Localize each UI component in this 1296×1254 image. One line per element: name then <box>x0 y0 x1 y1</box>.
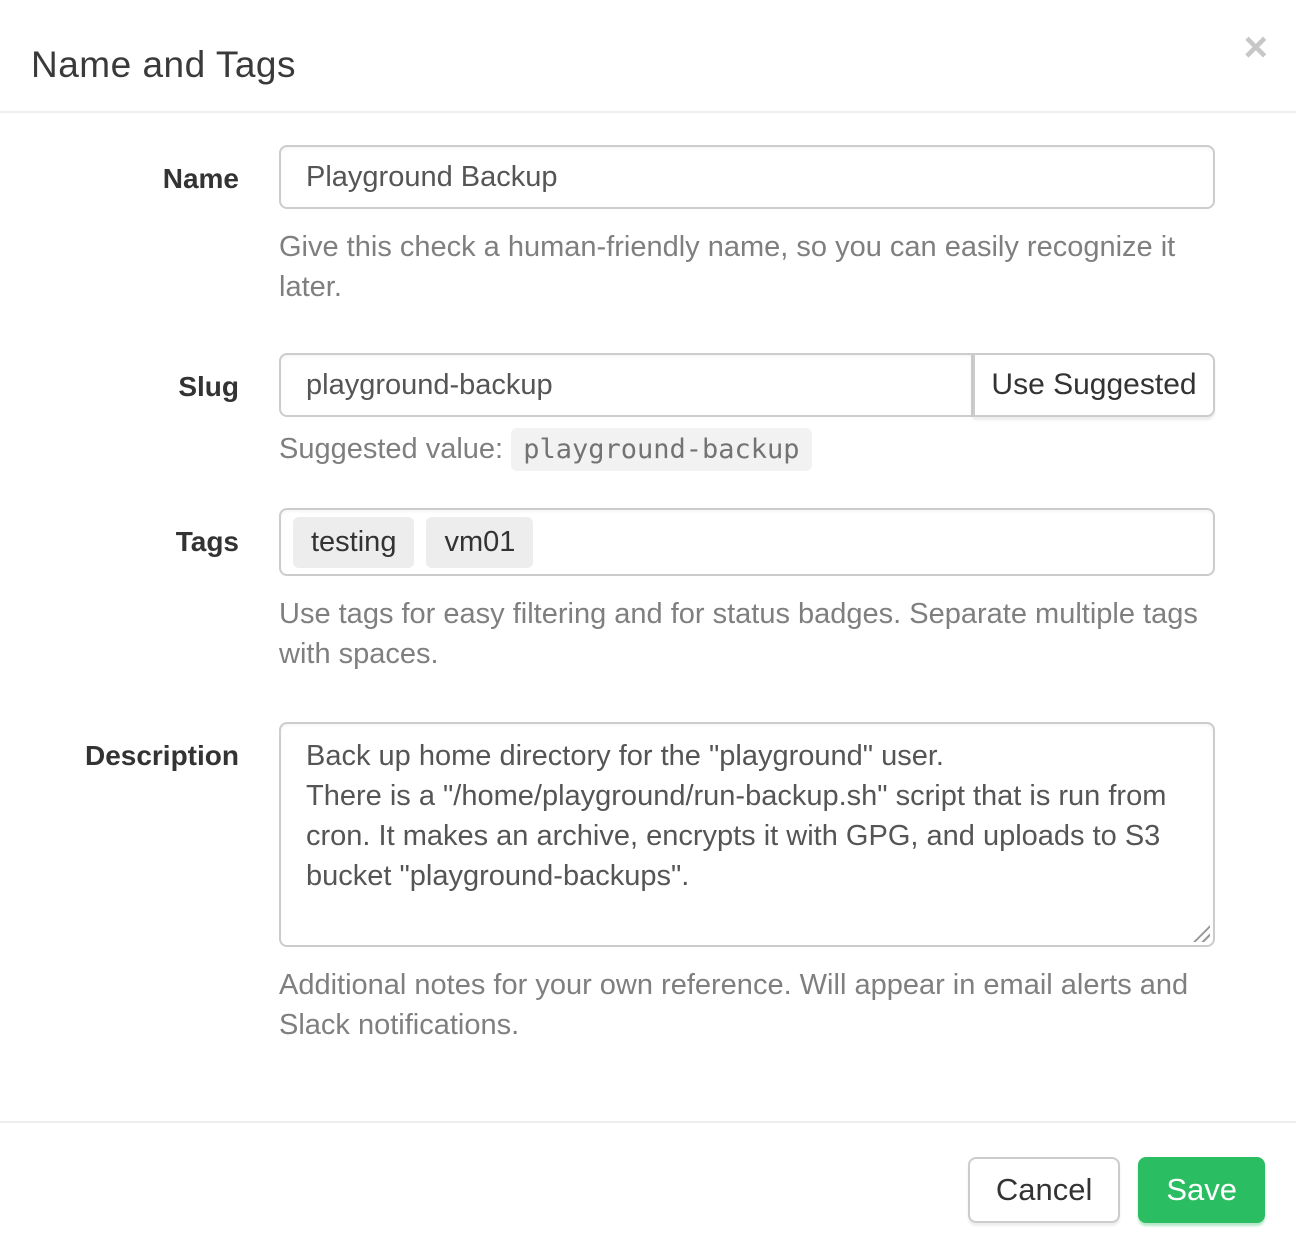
description-help-text: Additional notes for your own reference.… <box>279 965 1215 1045</box>
tag-chip-testing[interactable]: testing <box>293 517 414 568</box>
name-control-col: Give this check a human-friendly name, s… <box>279 145 1215 307</box>
save-button[interactable]: Save <box>1138 1157 1265 1223</box>
tags-label-col: Tags <box>30 508 279 674</box>
slug-input-group: Use Suggested <box>279 353 1215 417</box>
slug-label: Slug <box>178 371 239 402</box>
description-row: Description Back up home directory for t… <box>30 722 1266 1045</box>
dialog-title: Name and Tags <box>31 44 296 86</box>
name-label: Name <box>163 163 239 194</box>
description-textarea[interactable]: Back up home directory for the "playgrou… <box>279 722 1215 947</box>
description-textarea-wrap: Back up home directory for the "playgrou… <box>279 722 1215 947</box>
name-help-text: Give this check a human-friendly name, s… <box>279 227 1215 307</box>
use-suggested-button[interactable]: Use Suggested <box>973 353 1215 417</box>
tags-control-col: testing vm01 Use tags for easy filtering… <box>279 508 1215 674</box>
tags-row: Tags testing vm01 Use tags for easy filt… <box>30 508 1266 674</box>
dialog-body: Name Give this check a human-friendly na… <box>0 113 1296 1121</box>
slug-suggested-value: playground-backup <box>511 428 811 471</box>
dialog-header: Name and Tags × <box>0 0 1296 113</box>
tag-chip-vm01[interactable]: vm01 <box>426 517 533 568</box>
description-label: Description <box>85 740 239 771</box>
slug-suggested-prefix: Suggested value: <box>279 433 503 465</box>
tags-help-text: Use tags for easy filtering and for stat… <box>279 594 1215 674</box>
description-label-col: Description <box>30 722 279 1045</box>
slug-suggested-line: Suggested value: playground-backup <box>279 433 1215 466</box>
slug-label-col: Slug <box>30 353 279 466</box>
name-row: Name Give this check a human-friendly na… <box>30 145 1266 307</box>
description-control-col: Back up home directory for the "playgrou… <box>279 722 1215 1045</box>
cancel-button[interactable]: Cancel <box>968 1157 1121 1223</box>
name-input[interactable] <box>279 145 1215 209</box>
slug-control-col: Use Suggested Suggested value: playgroun… <box>279 353 1215 466</box>
tags-input[interactable]: testing vm01 <box>279 508 1215 576</box>
slug-input[interactable] <box>279 353 973 417</box>
name-and-tags-dialog: Name and Tags × Name Give this check a h… <box>0 0 1296 1254</box>
tags-label: Tags <box>176 526 239 557</box>
dialog-footer: Cancel Save <box>0 1121 1296 1254</box>
slug-row: Slug Use Suggested Suggested value: play… <box>30 353 1266 466</box>
name-label-col: Name <box>30 145 279 307</box>
close-icon[interactable]: × <box>1243 26 1268 68</box>
